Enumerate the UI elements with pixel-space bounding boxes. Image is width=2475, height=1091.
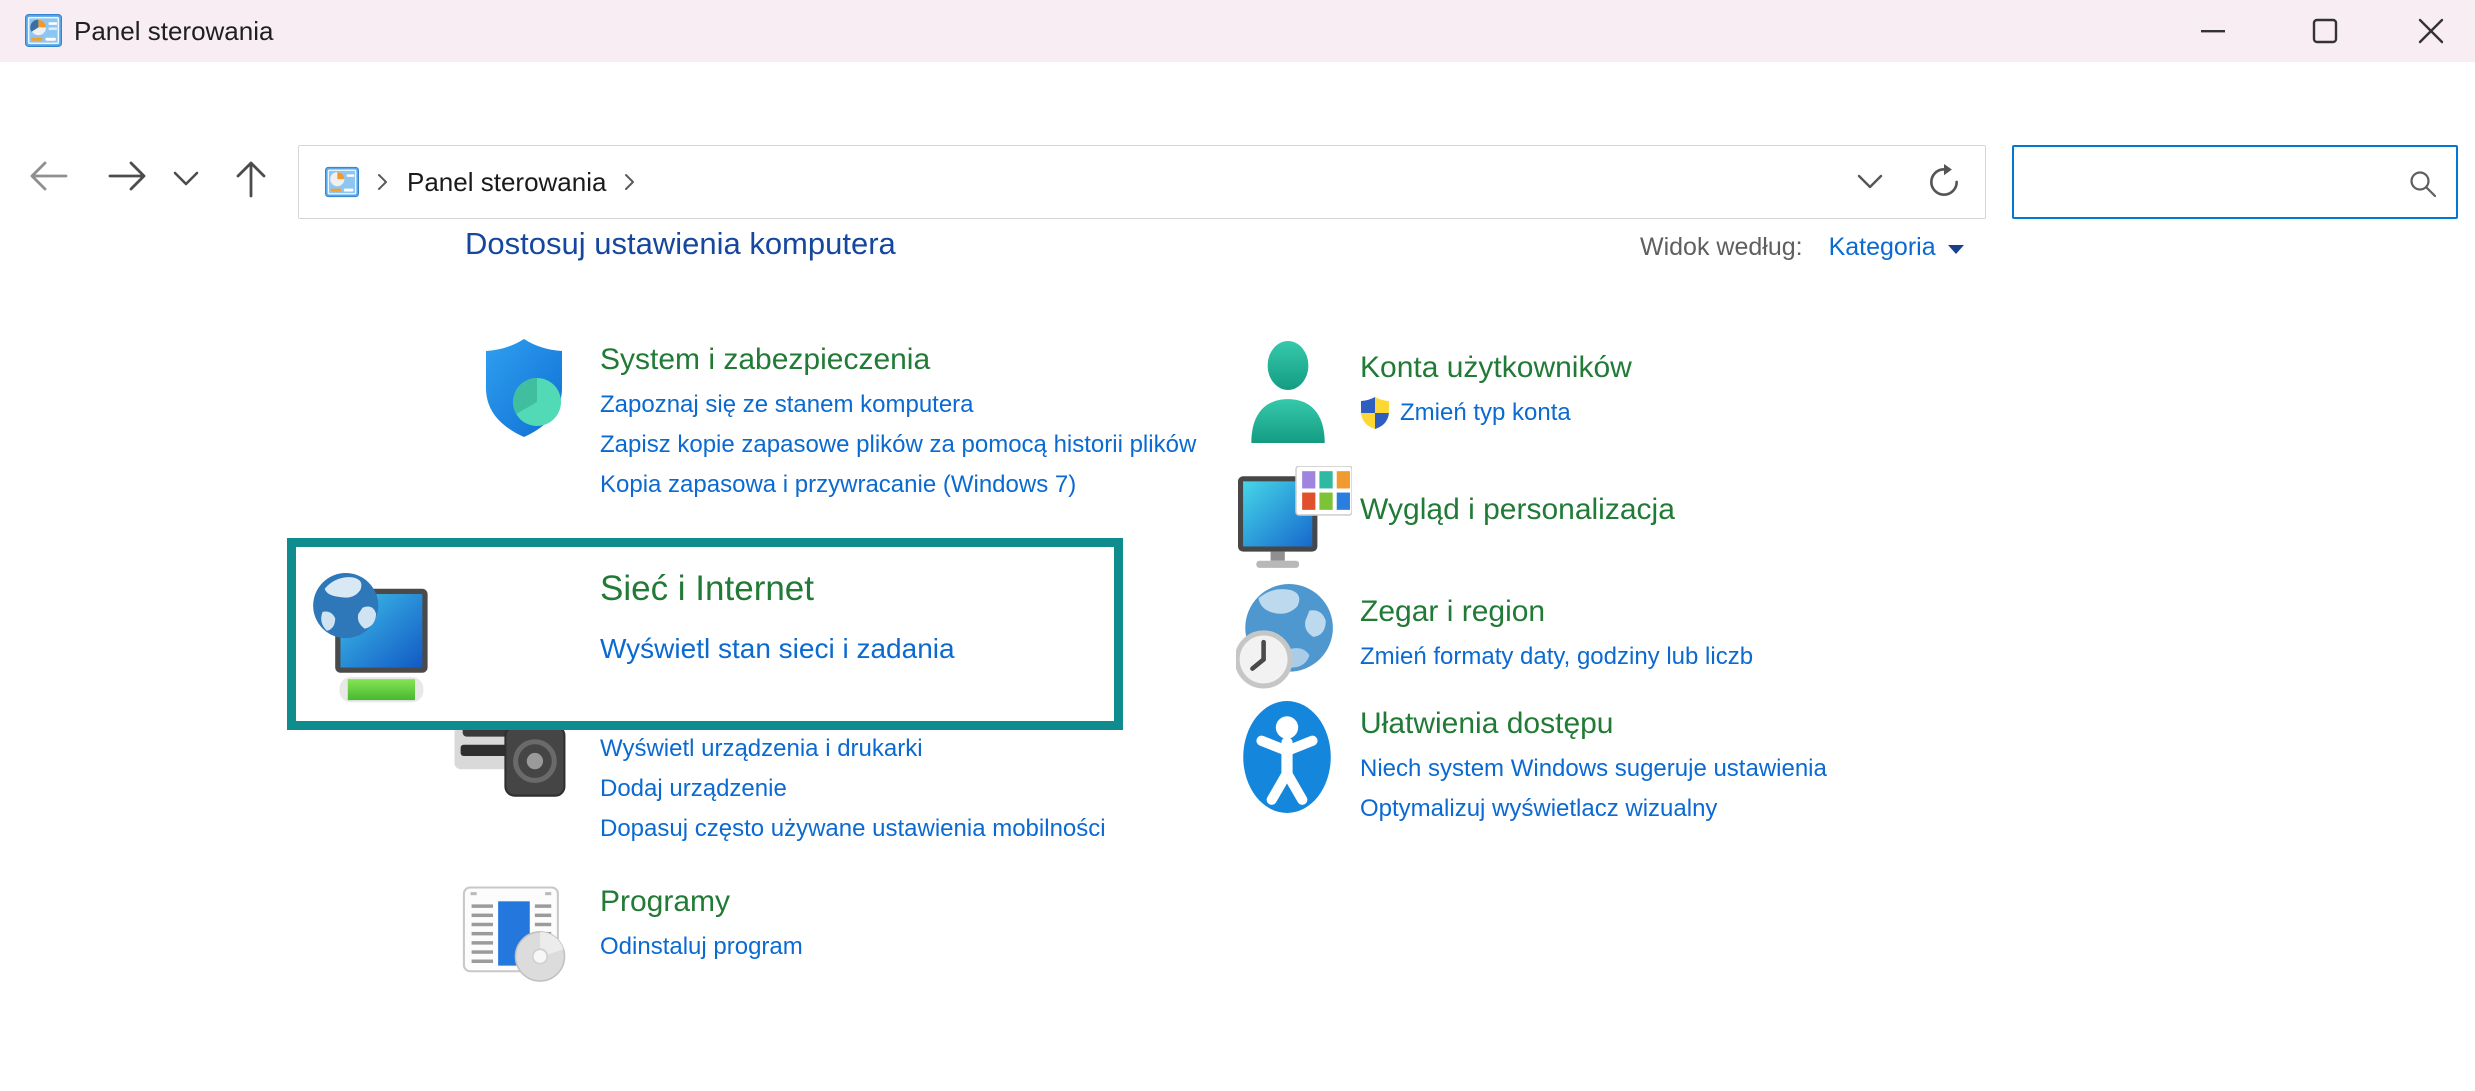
- category-title-network-internet[interactable]: Sieć i Internet: [600, 569, 814, 609]
- task-link[interactable]: Niech system Windows sugeruje ustawienia: [1360, 752, 1980, 786]
- address-bar[interactable]: Panel sterowania: [298, 145, 1986, 219]
- category-appearance: Wygląd i personalizacja: [1360, 490, 1980, 530]
- back-arrow-icon: [26, 158, 72, 194]
- task-link[interactable]: Dopasuj często używane ustawienia mobiln…: [600, 812, 1220, 846]
- task-link[interactable]: Wyświetl urządzenia i drukarki: [600, 732, 1220, 766]
- close-icon: [2414, 14, 2448, 48]
- task-link-change-account-type[interactable]: Zmień typ konta: [1400, 396, 1571, 430]
- monitor-palette-icon[interactable]: [1238, 466, 1352, 571]
- view-by-control: Widok według: Kategoria: [1640, 233, 1964, 262]
- category-title-ease-of-access[interactable]: Ułatwienia dostępu: [1360, 704, 1614, 744]
- category-clock-region: Zegar i region Zmień formaty daty, godzi…: [1360, 592, 1980, 680]
- refresh-icon[interactable]: [1925, 163, 1963, 201]
- task-link[interactable]: Optymalizuj wyświetlacz wizualny: [1360, 792, 1980, 826]
- network-globe-monitor-icon[interactable]: [310, 561, 436, 709]
- search-input[interactable]: [2028, 147, 2398, 217]
- control-panel-icon-small[interactable]: [325, 165, 359, 199]
- recent-pages-button[interactable]: [172, 170, 200, 188]
- category-title-user-accounts[interactable]: Konta użytkowników: [1360, 348, 1632, 388]
- category-title-clock-region[interactable]: Zegar i region: [1360, 592, 1545, 632]
- globe-clock-icon[interactable]: [1236, 582, 1334, 690]
- control-panel-icon: [25, 12, 62, 49]
- user-silhouette-icon[interactable]: [1243, 338, 1333, 445]
- view-by-caret-icon[interactable]: [1948, 245, 1964, 254]
- category-programs: Programy Odinstaluj program: [600, 882, 1220, 970]
- up-button[interactable]: [232, 158, 270, 200]
- accessibility-person-icon[interactable]: [1242, 700, 1332, 814]
- category-title-appearance[interactable]: Wygląd i personalizacja: [1360, 490, 1675, 530]
- view-by-value[interactable]: Kategoria: [1829, 233, 1936, 262]
- breadcrumb-root[interactable]: Panel sterowania: [407, 167, 606, 198]
- maximize-button[interactable]: [2302, 8, 2348, 54]
- task-link[interactable]: Zapoznaj się ze stanem komputera: [600, 388, 1220, 422]
- task-link[interactable]: Dodaj urządzenie: [600, 772, 1220, 806]
- shield-pie-icon[interactable]: [478, 336, 570, 440]
- network-internet-highlight-box: Sieć i Internet Wyświetl stan sieci i za…: [287, 538, 1123, 730]
- page-title: Dostosuj ustawienia komputera: [465, 226, 896, 262]
- maximize-icon: [2308, 14, 2342, 48]
- category-user-accounts: Konta użytkowników Zmień typ konta: [1360, 348, 1980, 430]
- close-button[interactable]: [2408, 8, 2454, 54]
- forward-arrow-icon: [104, 158, 150, 194]
- chevron-down-icon: [172, 170, 200, 188]
- titlebar: Panel sterowania: [0, 0, 2475, 62]
- window-title: Panel sterowania: [74, 16, 273, 47]
- breadcrumb-chevron-icon[interactable]: [624, 173, 636, 191]
- programs-disc-icon[interactable]: [462, 886, 570, 983]
- category-ease-of-access: Ułatwienia dostępu Niech system Windows …: [1360, 704, 1980, 832]
- category-title-system-security[interactable]: System i zabezpieczenia: [600, 340, 930, 380]
- view-by-label: Widok według:: [1640, 233, 1803, 262]
- category-hardware-sound: Wyświetl urządzenia i drukarki Dodaj urz…: [600, 732, 1220, 852]
- task-link[interactable]: Kopia zapasowa i przywracanie (Windows 7…: [600, 468, 1220, 502]
- minimize-button[interactable]: [2190, 8, 2236, 54]
- breadcrumb-chevron-icon: [377, 173, 389, 191]
- back-button[interactable]: [26, 158, 72, 194]
- task-link[interactable]: Zapisz kopie zapasowe plików za pomocą h…: [600, 428, 1220, 462]
- forward-button[interactable]: [104, 158, 150, 194]
- category-system-security: System i zabezpieczenia Zapoznaj się ze …: [600, 340, 1220, 508]
- uac-shield-icon: [1360, 396, 1390, 430]
- task-link[interactable]: Odinstaluj program: [600, 930, 1220, 964]
- category-title-programs[interactable]: Programy: [600, 882, 730, 922]
- minimize-icon: [2196, 14, 2230, 48]
- control-panel-window: Panel sterowania: [0, 0, 2475, 1091]
- navigation-toolbar: Panel sterowania: [0, 62, 2475, 170]
- search-box: [2012, 145, 2458, 219]
- task-link[interactable]: Zmień formaty daty, godziny lub liczb: [1360, 640, 1980, 674]
- search-icon[interactable]: [2408, 169, 2438, 199]
- task-link-network-status[interactable]: Wyświetl stan sieci i zadania: [600, 633, 955, 665]
- up-arrow-icon: [232, 158, 270, 200]
- address-dropdown-icon[interactable]: [1857, 174, 1883, 190]
